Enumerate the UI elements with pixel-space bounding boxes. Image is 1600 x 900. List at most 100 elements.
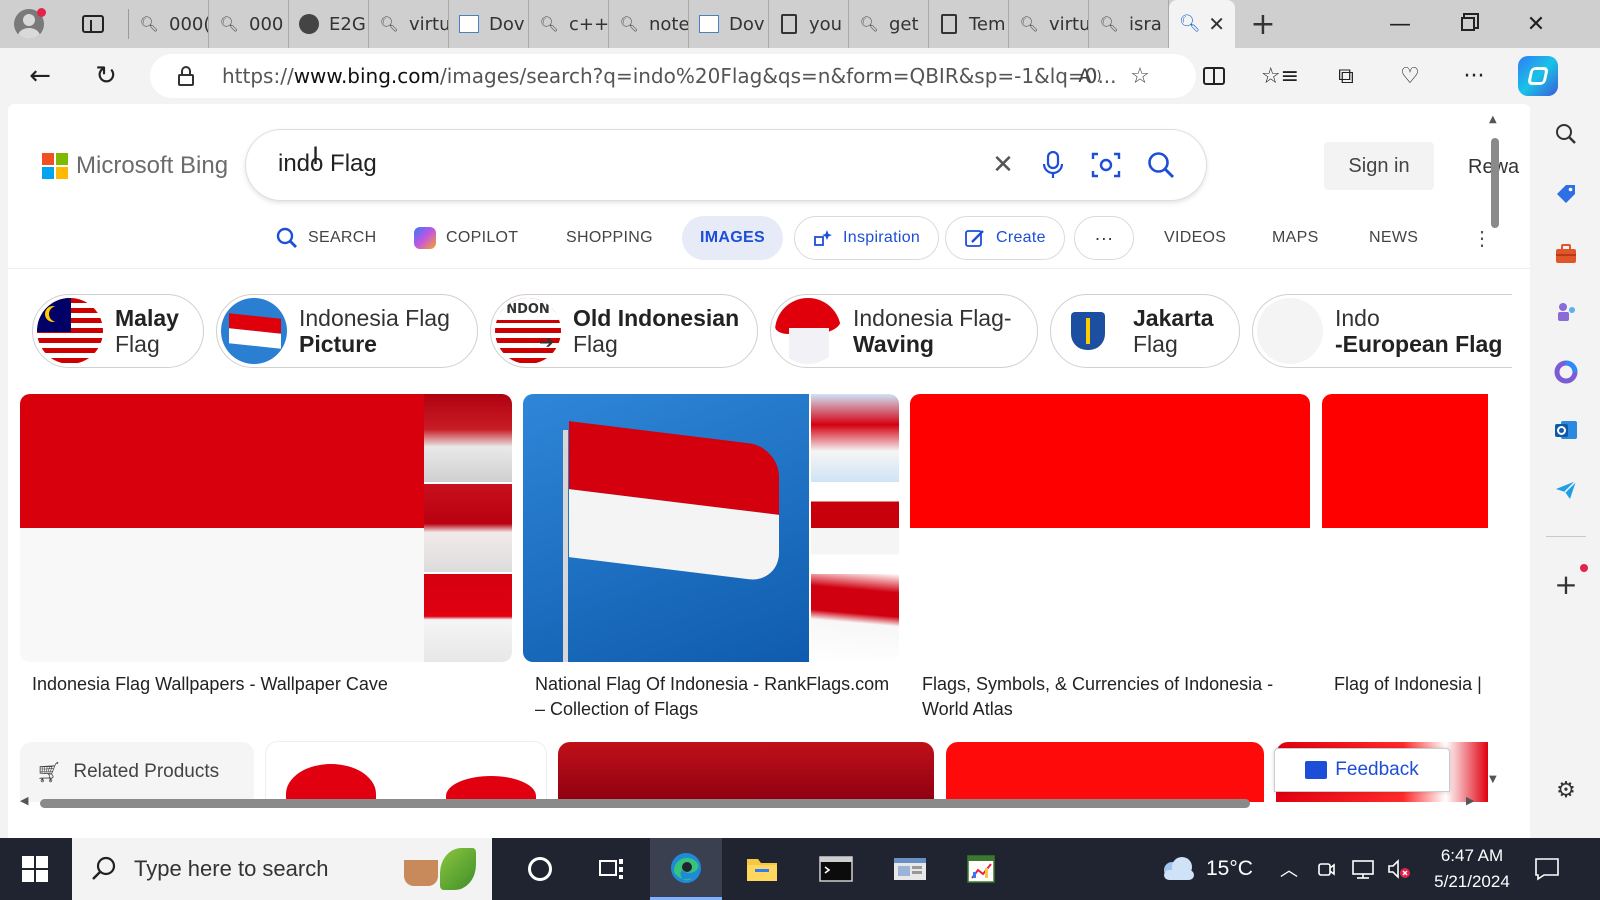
- taskbar-app-window[interactable]: [874, 838, 946, 900]
- search-submit-icon[interactable]: [1146, 150, 1176, 180]
- horizontal-scroll-thumb[interactable]: [40, 799, 1250, 808]
- search-icon: 🔍︎: [859, 15, 879, 33]
- result-caption[interactable]: Indonesia Flag Wallpapers - Wallpaper Ca…: [32, 672, 502, 697]
- related-chip-malay-flag[interactable]: Malay Flag: [32, 294, 204, 368]
- network-icon[interactable]: [1350, 838, 1376, 900]
- taskbar-terminal[interactable]: [800, 838, 872, 900]
- scope-inspiration[interactable]: Inspiration: [794, 216, 940, 260]
- task-view-button[interactable]: [576, 838, 648, 900]
- settings-more-icon[interactable]: ···: [1458, 60, 1490, 92]
- vertical-scrollbar[interactable]: ▲ ▼: [1486, 114, 1502, 794]
- copilot-icon[interactable]: [1518, 56, 1558, 96]
- url-text[interactable]: https://www.bing.com/images/search?q=ind…: [222, 64, 1117, 88]
- related-chip-indonesia-flag-waving[interactable]: Indonesia Flag- Waving: [770, 294, 1038, 368]
- notification-center-button[interactable]: [1534, 838, 1560, 900]
- browser-tab[interactable]: you: [769, 0, 849, 48]
- vertical-scroll-thumb[interactable]: [1491, 138, 1499, 228]
- address-bar[interactable]: https://www.bing.com/images/search?q=ind…: [150, 54, 1196, 98]
- browser-tab[interactable]: 🔍︎ virtu: [369, 0, 449, 48]
- sign-in-button[interactable]: Sign in: [1324, 142, 1434, 190]
- games-chess-icon[interactable]: [1550, 296, 1582, 328]
- search-query-input[interactable]: indo Flag: [278, 150, 377, 178]
- meet-now-icon[interactable]: [1316, 838, 1336, 900]
- clock[interactable]: 6:47 AM 5/21/2024: [1420, 838, 1524, 900]
- result-image-wallpaper-cave[interactable]: [20, 394, 512, 662]
- collections-icon[interactable]: ⧉: [1330, 60, 1362, 92]
- sidebar-search-icon[interactable]: [1550, 118, 1582, 150]
- result-image-world-atlas[interactable]: [910, 394, 1310, 662]
- taskbar-chart-app[interactable]: [946, 838, 1018, 900]
- related-chip-indonesia-flag-picture[interactable]: Indonesia Flag Picture: [216, 294, 478, 368]
- browser-tab[interactable]: 🔍︎ virtu: [1009, 0, 1089, 48]
- tab-actions-button[interactable]: [58, 0, 128, 48]
- scope-news[interactable]: NEWS: [1369, 216, 1418, 260]
- microsoft-365-icon[interactable]: [1550, 356, 1582, 388]
- result-image-row2[interactable]: [266, 742, 546, 802]
- favorite-star-icon[interactable]: ☆: [1126, 62, 1154, 90]
- result-image-row2[interactable]: [946, 742, 1264, 802]
- close-window-button[interactable]: ✕: [1502, 0, 1570, 48]
- browser-tab[interactable]: 🔍︎ note: [609, 0, 689, 48]
- active-tab[interactable]: 🔍︎ ✕: [1169, 0, 1235, 48]
- visual-search-camera-icon[interactable]: [1091, 150, 1121, 180]
- scope-create[interactable]: Create: [945, 216, 1065, 260]
- horizontal-scrollbar[interactable]: ◀ ▶: [16, 794, 1486, 810]
- taskbar-edge[interactable]: [650, 838, 722, 900]
- scope-images[interactable]: IMAGES: [682, 216, 783, 260]
- result-image-rankflags[interactable]: [523, 394, 899, 662]
- browser-tab[interactable]: Dov: [449, 0, 529, 48]
- restore-button[interactable]: [1434, 0, 1502, 48]
- taskbar-file-explorer[interactable]: [726, 838, 798, 900]
- clear-search-icon[interactable]: ✕: [988, 150, 1018, 180]
- scope-search[interactable]: SEARCH: [276, 216, 376, 260]
- favorites-icon[interactable]: ☆≡: [1261, 60, 1299, 92]
- browser-tab[interactable]: 🔍︎ 000(: [129, 0, 209, 48]
- result-caption[interactable]: Flag of Indonesia |: [1334, 672, 1494, 697]
- browser-tab[interactable]: 🔍︎ get: [849, 0, 929, 48]
- shopping-tag-icon[interactable]: [1550, 178, 1582, 210]
- browser-tab[interactable]: E2G: [289, 0, 369, 48]
- profile-button[interactable]: [0, 0, 58, 48]
- read-aloud-icon[interactable]: A)): [1076, 62, 1104, 90]
- related-chip-old-indonesian-flag[interactable]: NDON ➔ Old Indonesian Flag: [490, 294, 758, 368]
- related-chip-indo-european-flag[interactable]: Indo -European Flag: [1252, 294, 1512, 368]
- scope-copilot[interactable]: COPILOT: [414, 216, 518, 260]
- show-hidden-icons-button[interactable]: ︿: [1280, 838, 1298, 900]
- split-screen-icon[interactable]: [1198, 60, 1230, 92]
- result-caption[interactable]: National Flag Of Indonesia - RankFlags.c…: [535, 672, 895, 722]
- search-box[interactable]: indo Flag I ✕: [246, 130, 1206, 200]
- tools-briefcase-icon[interactable]: [1550, 238, 1582, 270]
- close-tab-icon[interactable]: ✕: [1208, 12, 1225, 36]
- scope-maps[interactable]: MAPS: [1272, 216, 1319, 260]
- volume-muted-icon[interactable]: [1386, 838, 1412, 900]
- taskbar-search-box[interactable]: Type here to search: [72, 838, 492, 900]
- browser-tab[interactable]: 🔍︎ 000: [209, 0, 289, 48]
- related-products-panel[interactable]: 🛒︎ Related Products: [20, 742, 254, 802]
- back-button[interactable]: ←: [20, 56, 60, 96]
- browser-tab[interactable]: Tem: [929, 0, 1009, 48]
- cortana-button[interactable]: [504, 838, 576, 900]
- minimize-button[interactable]: —: [1366, 0, 1434, 48]
- sidebar-settings-gear-icon[interactable]: ⚙: [1550, 774, 1582, 806]
- result-image-row2[interactable]: [558, 742, 934, 802]
- result-caption[interactable]: Flags, Symbols, & Currencies of Indonesi…: [922, 672, 1302, 722]
- scope-videos[interactable]: VIDEOS: [1164, 216, 1226, 260]
- scope-more-button[interactable]: ···: [1074, 216, 1134, 260]
- result-image-flag-of-indonesia[interactable]: [1322, 394, 1488, 662]
- start-button[interactable]: [0, 838, 70, 900]
- browser-tab[interactable]: 🔍︎ c++: [529, 0, 609, 48]
- new-tab-button[interactable]: +: [1235, 7, 1291, 42]
- outlook-icon[interactable]: [1550, 414, 1582, 446]
- browser-tab[interactable]: 🔍︎ isra: [1089, 0, 1169, 48]
- voice-search-microphone-icon[interactable]: [1038, 150, 1068, 180]
- send-telegram-icon[interactable]: [1550, 474, 1582, 506]
- browser-tab[interactable]: Dov: [689, 0, 769, 48]
- feedback-button[interactable]: Feedback: [1274, 748, 1450, 792]
- weather-widget[interactable]: 15°C: [1158, 838, 1253, 900]
- refresh-button[interactable]: ↻: [86, 56, 126, 96]
- browser-essentials-icon[interactable]: ♡: [1394, 60, 1426, 92]
- bing-logo[interactable]: Microsoft Bing: [42, 152, 228, 180]
- related-chip-jakarta-flag[interactable]: Jakarta Flag: [1050, 294, 1240, 368]
- add-sidebar-app-icon[interactable]: +: [1550, 568, 1582, 601]
- scope-shopping[interactable]: SHOPPING: [566, 216, 653, 260]
